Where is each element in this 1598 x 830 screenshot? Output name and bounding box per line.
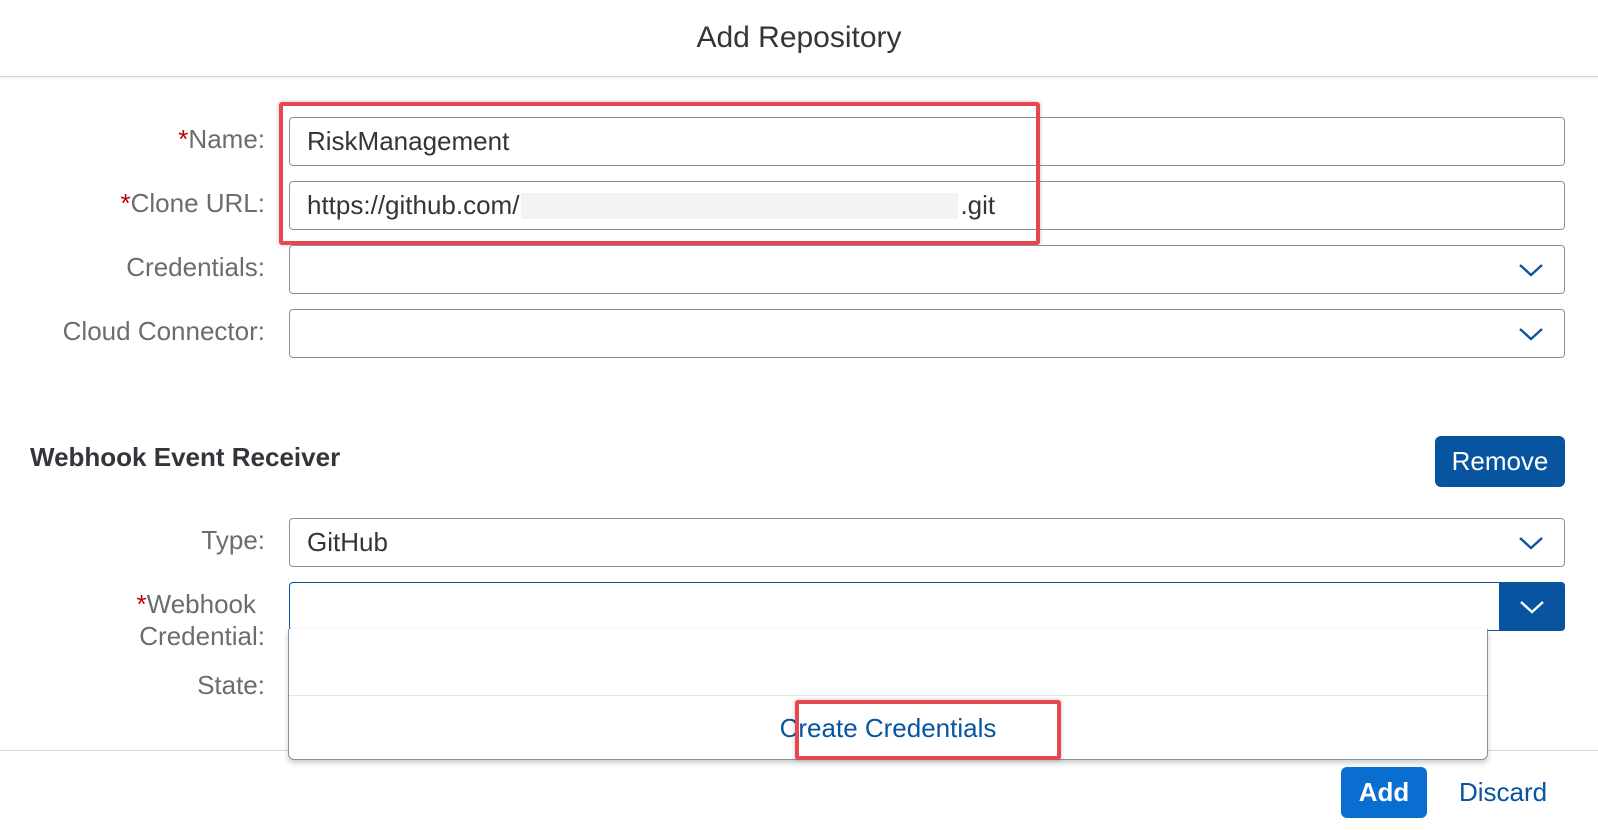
clone-url-prefix: https://github.com/ <box>307 190 520 220</box>
cloud-connector-label: Cloud Connector: <box>62 316 265 346</box>
credentials-select[interactable] <box>289 245 1565 294</box>
add-button[interactable]: Add <box>1341 767 1427 818</box>
dropdown-empty-item[interactable] <box>289 629 1487 696</box>
clone-url-input[interactable]: https://github.com/ .git <box>289 181 1565 230</box>
type-label: Type: <box>201 525 265 555</box>
webhook-section-title: Webhook Event Receiver <box>30 442 341 472</box>
create-credentials-link[interactable]: Create Credentials <box>780 713 997 744</box>
name-input[interactable]: RiskManagement <box>289 117 1565 166</box>
required-mark: * <box>136 589 147 619</box>
dropdown-arrow-button[interactable] <box>1499 582 1565 631</box>
redacted-block <box>521 192 959 219</box>
dropdown-footer: Create Credentials <box>289 696 1487 760</box>
name-label-text: Name: <box>188 124 265 154</box>
clone-url-label-text: Clone URL: <box>130 188 265 218</box>
chevron-down-icon <box>1519 536 1543 550</box>
webhook-credential-dropdown: Create Credentials <box>288 629 1488 760</box>
chevron-down-icon <box>1520 600 1544 614</box>
name-input-value: RiskManagement <box>307 126 510 156</box>
chevron-down-icon <box>1519 327 1543 341</box>
chevron-down-icon <box>1519 263 1543 277</box>
required-mark: * <box>120 188 131 218</box>
required-mark: * <box>178 124 189 154</box>
name-label: *Name: <box>178 124 265 155</box>
credentials-label: Credentials: <box>126 252 265 282</box>
type-select-value: GitHub <box>307 527 388 557</box>
discard-button[interactable]: Discard <box>1459 777 1547 808</box>
dialog-title: Add Repository <box>696 21 902 54</box>
clone-url-label: *Clone URL: <box>120 188 265 219</box>
cloud-connector-select[interactable] <box>289 309 1565 358</box>
webhook-credential-label-line2: Credential: <box>139 621 265 651</box>
webhook-credential-label: *Webhook <box>137 588 257 620</box>
webhook-credential-select[interactable] <box>289 582 1565 631</box>
dialog-header: Add Repository <box>0 0 1598 77</box>
type-select[interactable]: GitHub <box>289 518 1565 567</box>
webhook-credential-label-line1: Webhook <box>146 589 256 619</box>
remove-button[interactable]: Remove <box>1435 436 1565 487</box>
clone-url-suffix: .git <box>960 190 996 220</box>
state-label: State: <box>197 670 265 700</box>
